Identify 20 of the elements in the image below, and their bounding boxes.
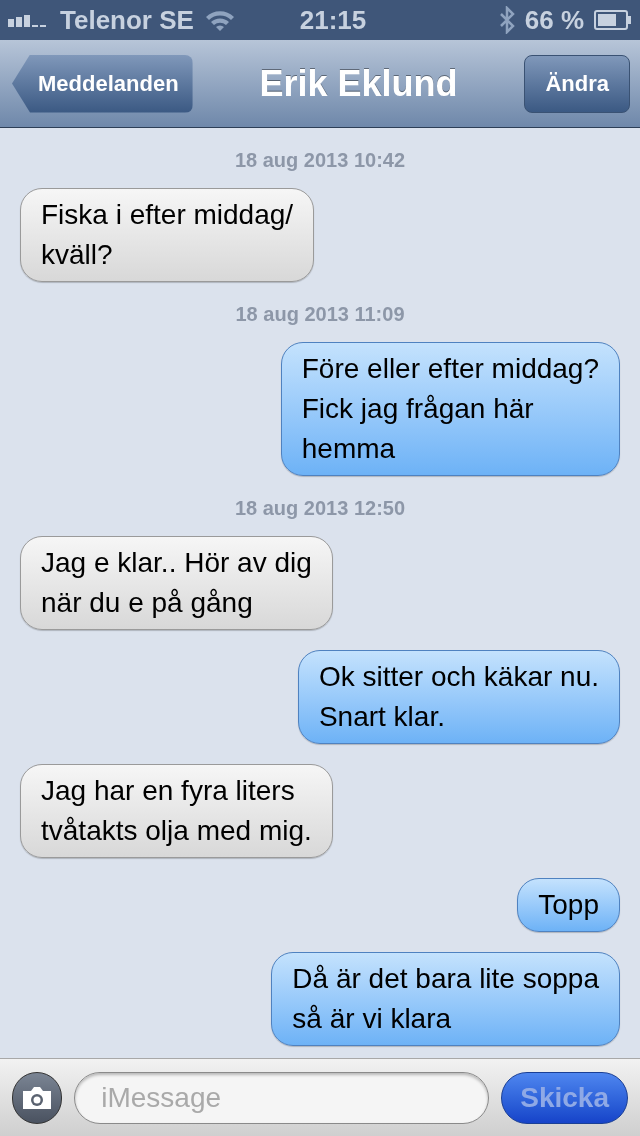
sent-message-bubble: Före eller efter middag? Fick jag frågan här hemma [280,342,620,476]
received-message-bubble: Jag har en fyra liters tvåtakts olja med mig. [20,764,333,858]
clock: 21:15 [298,3,368,37]
timestamp: 18 aug 2013 10:42 [234,148,406,173]
battery-percentage: 66 % [524,3,584,37]
timestamp: 18 aug 2013 11:09 [235,302,405,327]
sent-message-bubble: Ok sitter och käkar nu. Snart klar. [297,650,620,744]
edit-button[interactable]: Ändra [524,54,630,113]
received-message-bubble: Jag e klar.. Hör av dig när du e på gång [20,536,333,630]
camera-icon [21,1085,54,1110]
message-input-field[interactable]: iMessage [74,1071,490,1124]
battery-icon [594,10,632,30]
carrier-name: Telenor SE [60,3,194,37]
bluetooth-icon [498,6,515,34]
sent-message-bubble: Då är det bara lite soppa så är vi klara [271,952,620,1046]
received-message-bubble: Fiska i efter middag/ kväll? [20,188,315,282]
timestamp: 18 aug 2013 12:50 [234,496,406,521]
sent-message-bubble: Topp [517,878,620,932]
back-button[interactable]: Meddelanden [12,54,193,113]
conversation-title: Erik Eklund [259,61,458,106]
